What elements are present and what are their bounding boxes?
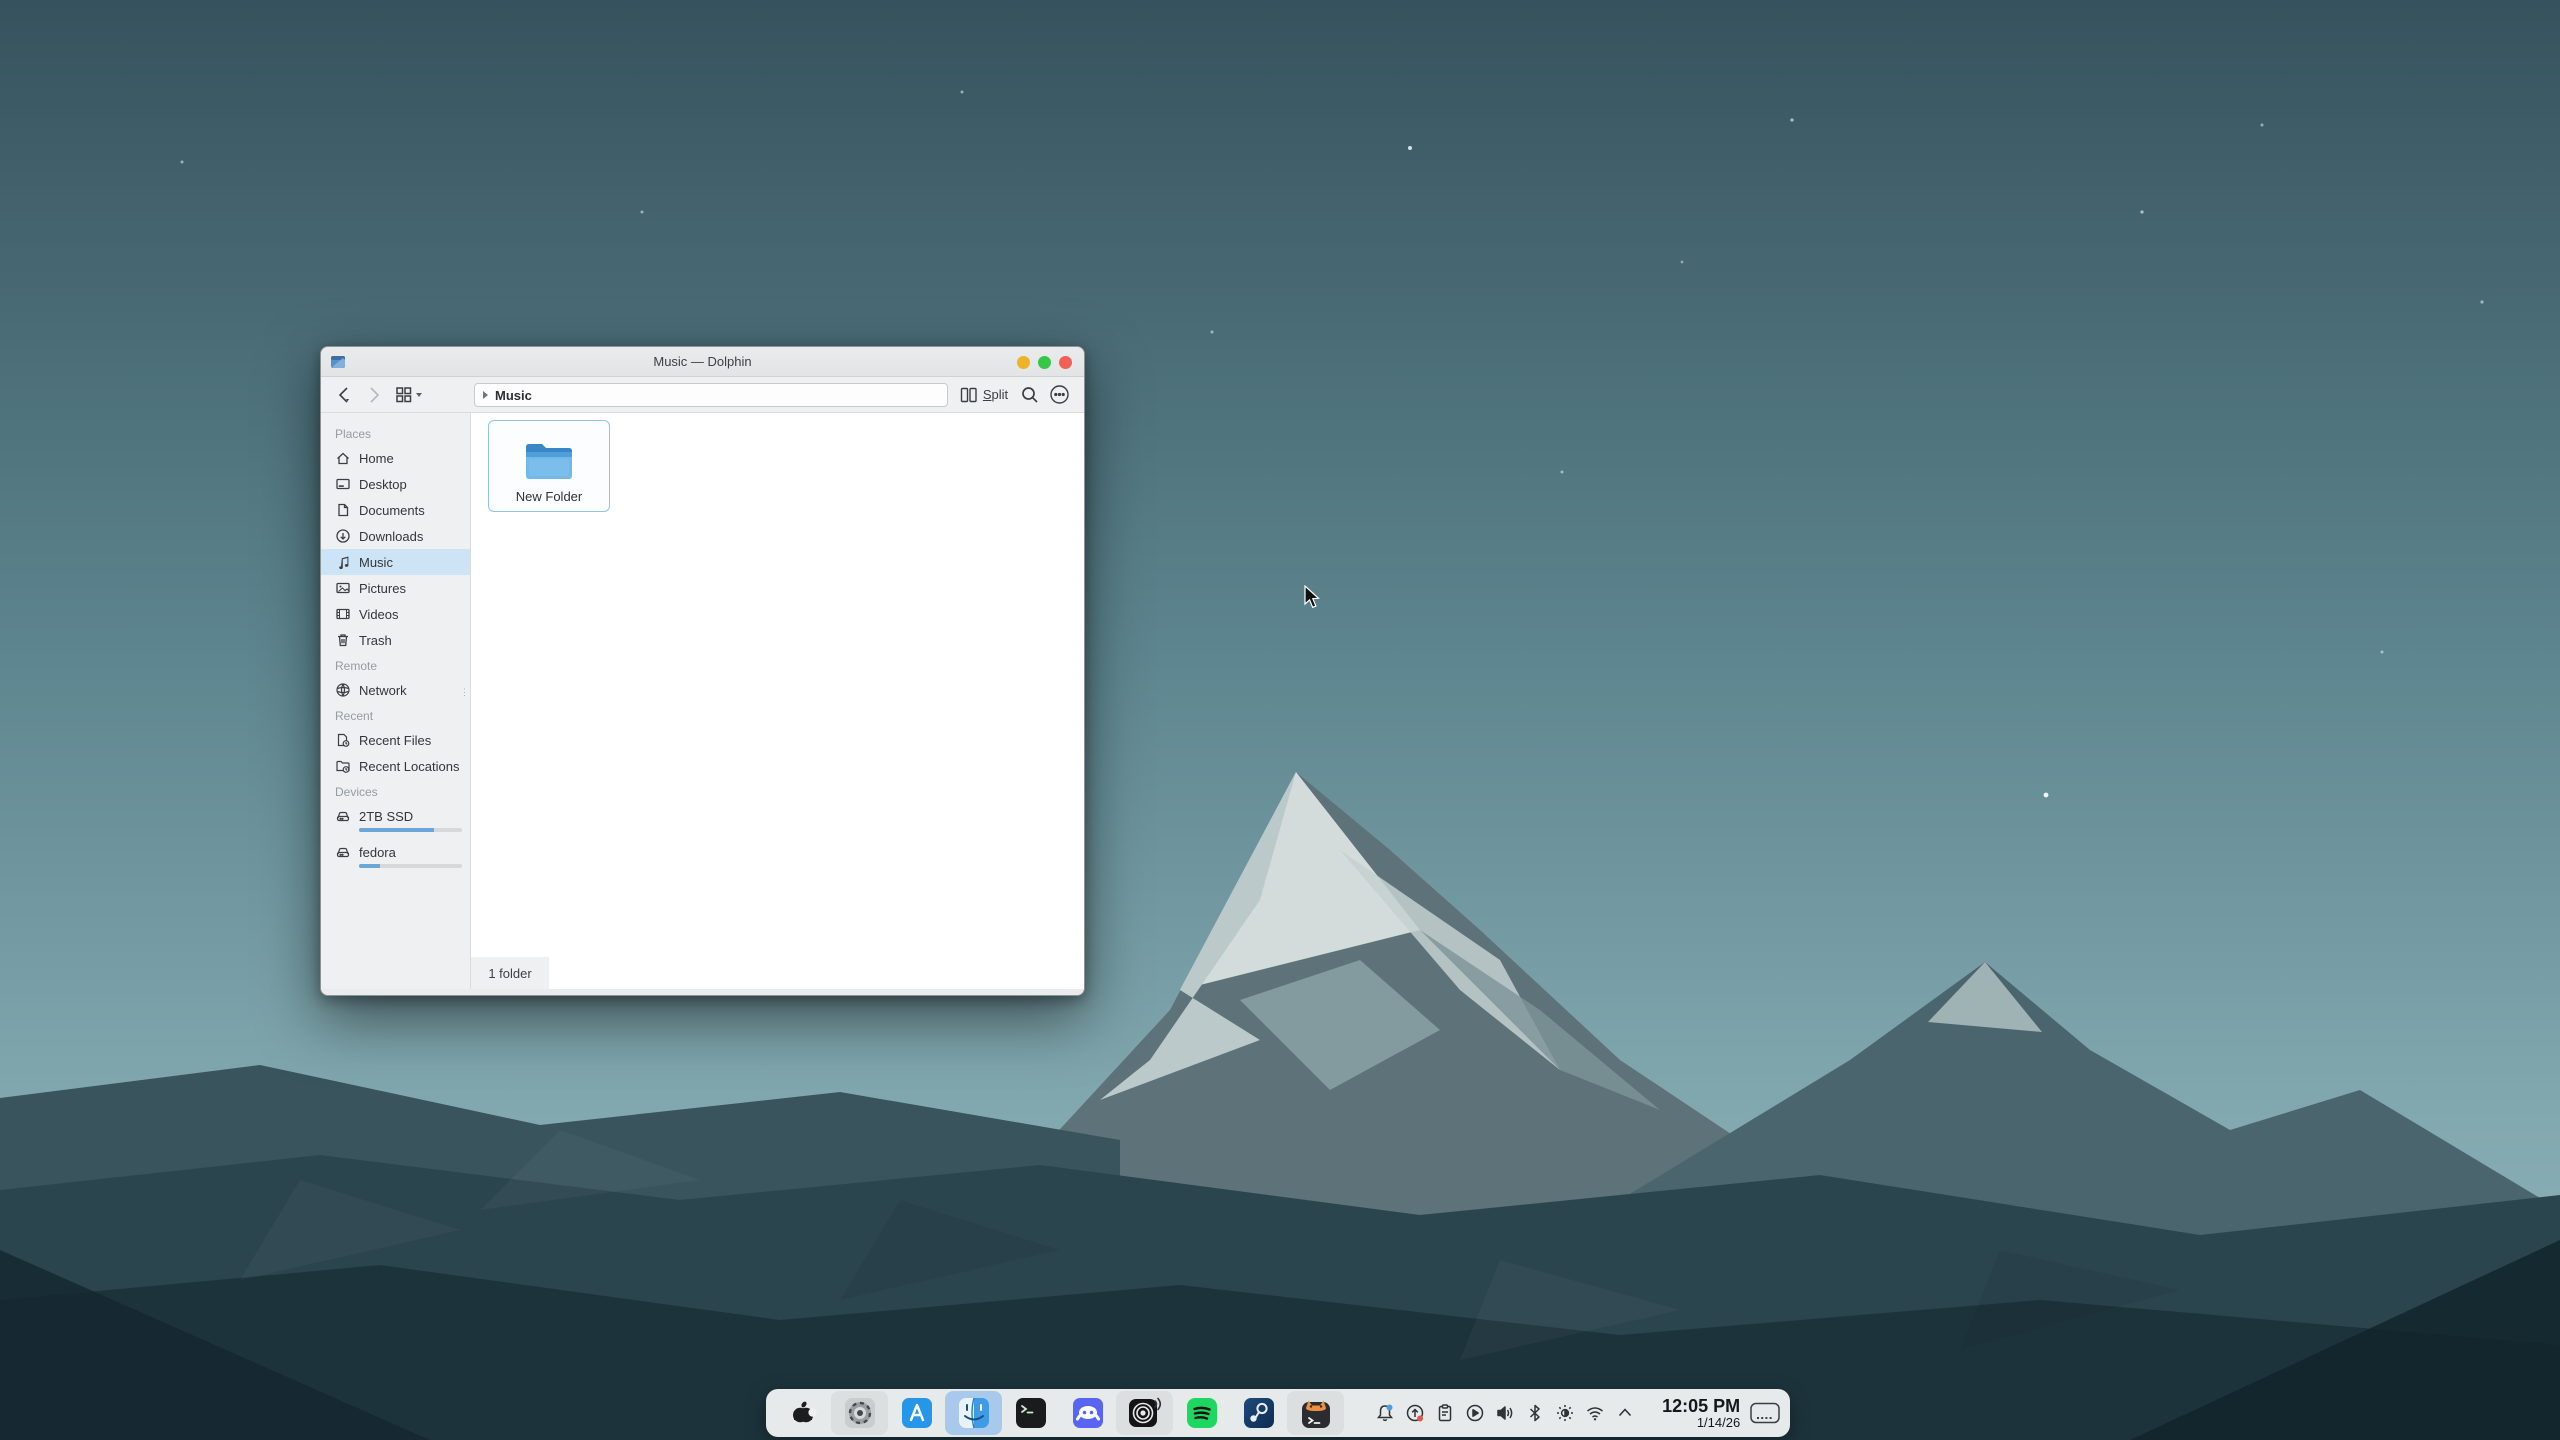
close-button[interactable]	[1059, 356, 1072, 369]
file-label: New Folder	[516, 489, 582, 504]
recent-folder-icon	[335, 758, 351, 774]
dock-panel: 12:05 PM 1/14/26	[766, 1389, 1790, 1437]
globe-icon	[335, 682, 351, 698]
sidebar-resize-handle[interactable]: ⋮	[460, 691, 469, 694]
dock-system-settings-icon[interactable]	[831, 1391, 888, 1435]
places-panel: Places Home Desktop Documents Downloads	[321, 413, 471, 989]
back-button[interactable]	[333, 381, 359, 409]
dock-audio-player-icon[interactable]	[1116, 1391, 1173, 1435]
status-bar: 1 folder	[471, 957, 549, 989]
disk-usage-bar	[359, 864, 462, 868]
sidebar-item-trash[interactable]: Trash	[321, 627, 470, 653]
section-header-devices: Devices	[321, 779, 470, 803]
minimize-button[interactable]	[1017, 356, 1030, 369]
dolphin-file-manager-icon	[330, 354, 346, 375]
dolphin-window: Music — Dolphin	[320, 346, 1085, 996]
sidebar-item-documents[interactable]: Documents	[321, 497, 470, 523]
section-header-recent: Recent	[321, 703, 470, 727]
dock-apps	[774, 1389, 1344, 1437]
toolbar: Music Split	[321, 377, 1084, 413]
split-view-icon	[960, 386, 978, 404]
picture-icon	[335, 580, 351, 596]
volume-icon[interactable]	[1490, 1398, 1520, 1428]
media-player-icon[interactable]	[1460, 1398, 1490, 1428]
search-button[interactable]	[1017, 381, 1043, 409]
desktop: Music — Dolphin	[0, 0, 2560, 1440]
sidebar-item-disk-2tb[interactable]: 2TB SSD	[321, 803, 470, 839]
search-icon	[1020, 385, 1040, 405]
document-icon	[335, 502, 351, 518]
home-icon	[335, 450, 351, 466]
hamburger-menu-icon	[1049, 384, 1070, 405]
dock-apple-menu-icon[interactable]	[774, 1391, 831, 1435]
window-title: Music — Dolphin	[321, 354, 1084, 369]
dock-kitty-terminal-icon[interactable]	[1287, 1391, 1344, 1435]
clock-time: 12:05 PM	[1650, 1397, 1740, 1416]
file-item-new-folder[interactable]: New Folder	[488, 420, 610, 512]
dock-discord-icon[interactable]	[1059, 1391, 1116, 1435]
view-mode-button[interactable]	[393, 381, 427, 409]
sidebar-item-videos[interactable]: Videos	[321, 601, 470, 627]
dock-terminal-icon[interactable]	[1002, 1391, 1059, 1435]
sidebar-item-downloads[interactable]: Downloads	[321, 523, 470, 549]
breadcrumb-arrow-icon	[483, 391, 488, 399]
expand-tray-icon[interactable]	[1610, 1398, 1640, 1428]
sidebar-item-music[interactable]: Music	[321, 549, 470, 575]
sidebar-item-disk-fedora[interactable]: fedora	[321, 839, 470, 875]
maximize-button[interactable]	[1038, 356, 1051, 369]
desktop-icon	[335, 476, 351, 492]
hard-drive-icon	[335, 808, 351, 824]
dock-finder-icon[interactable]	[945, 1391, 1002, 1435]
dock-app-store-icon[interactable]	[888, 1391, 945, 1435]
download-icon	[335, 528, 351, 544]
wifi-icon[interactable]	[1580, 1398, 1610, 1428]
sidebar-item-desktop[interactable]: Desktop	[321, 471, 470, 497]
brightness-icon[interactable]	[1550, 1398, 1580, 1428]
sidebar-item-recent-locations[interactable]: Recent Locations	[321, 753, 470, 779]
updates-icon[interactable]	[1400, 1398, 1430, 1428]
location-breadcrumb[interactable]: Music	[474, 383, 948, 407]
folder-view[interactable]: New Folder 1 folder	[471, 413, 1084, 989]
titlebar[interactable]: Music — Dolphin	[321, 347, 1084, 377]
mouse-cursor	[1303, 585, 1327, 611]
sidebar-item-pictures[interactable]: Pictures	[321, 575, 470, 601]
recent-file-icon	[335, 732, 351, 748]
sidebar-item-network[interactable]: Network	[321, 677, 470, 703]
sidebar-item-home[interactable]: Home	[321, 445, 470, 471]
overflow-menu-button[interactable]	[1045, 381, 1073, 409]
dock-spotify-icon[interactable]	[1173, 1391, 1230, 1435]
trash-icon	[335, 632, 351, 648]
clipboard-icon[interactable]	[1430, 1398, 1460, 1428]
clock-date: 1/14/26	[1650, 1416, 1740, 1430]
split-view-button[interactable]: Split	[955, 381, 1013, 409]
system-tray	[1370, 1398, 1640, 1428]
folder-icon	[520, 437, 578, 485]
show-desktop-icon	[1749, 1401, 1781, 1425]
notifications-icon[interactable]	[1370, 1398, 1400, 1428]
disk-usage-bar	[359, 828, 462, 832]
sidebar-item-recent-files[interactable]: Recent Files	[321, 727, 470, 753]
hard-drive-icon	[335, 844, 351, 860]
show-desktop-button[interactable]	[1748, 1398, 1782, 1428]
breadcrumb-current[interactable]: Music	[495, 388, 532, 403]
section-header-remote: Remote	[321, 653, 470, 677]
bluetooth-icon[interactable]	[1520, 1398, 1550, 1428]
clock-widget[interactable]: 12:05 PM 1/14/26	[1650, 1397, 1740, 1430]
film-icon	[335, 606, 351, 622]
dock-steam-icon[interactable]	[1230, 1391, 1287, 1435]
section-header-places: Places	[321, 421, 470, 445]
window-frame-bottom	[321, 989, 1084, 995]
forward-button[interactable]	[361, 381, 387, 409]
music-note-icon	[335, 554, 351, 570]
